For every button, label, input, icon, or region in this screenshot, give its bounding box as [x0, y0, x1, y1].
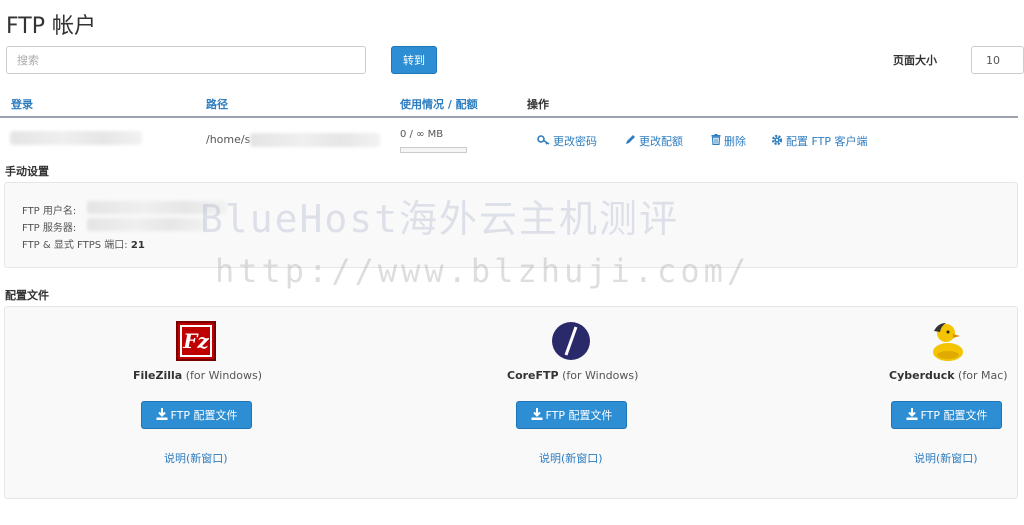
filezilla-logo-text: Fz [180, 325, 212, 357]
table-header-divider [0, 116, 1018, 118]
download-icon [531, 407, 543, 423]
row-usage: 0 / ∞ MB [400, 129, 444, 140]
key-icon [537, 134, 550, 148]
ftp-port-value: 21 [130, 240, 145, 251]
watermark-url: http://www.blzhuji.com/ [215, 252, 751, 290]
delete-label: 删除 [724, 135, 746, 148]
redacted-path [250, 133, 380, 147]
filezilla-download-button[interactable]: FTP 配置文件 [141, 401, 252, 429]
ftp-server-line: FTP 服务器: [22, 219, 76, 234]
redacted-login [10, 131, 142, 145]
search-input[interactable] [6, 46, 366, 74]
coreftp-download-button[interactable]: FTP 配置文件 [516, 401, 627, 429]
ftp-port-line: FTP & 显式 FTPS 端口: 21 [22, 236, 145, 251]
page-size-label: 页面大小 [893, 54, 937, 67]
column-header-actions: 操作 [527, 98, 549, 111]
cyberduck-help-link[interactable]: 说明(新窗口) [914, 450, 978, 466]
pencil-icon [625, 134, 636, 148]
delete-link[interactable]: 删除 [711, 133, 746, 149]
coreftp-name: CoreFTP (for Windows) [507, 369, 639, 382]
usage-bar [400, 147, 467, 153]
filezilla-logo: Fz [176, 321, 216, 361]
ftp-username-label: FTP 用户名: [22, 206, 77, 217]
go-button[interactable]: 转到 [391, 46, 437, 74]
filezilla-help-link[interactable]: 说明(新窗口) [164, 450, 228, 466]
filezilla-name: FileZilla (for Windows) [133, 369, 263, 382]
column-header-path[interactable]: 路径 [206, 96, 228, 112]
row-path: /home/s [206, 133, 251, 146]
change-quota-label: 更改配额 [639, 135, 683, 148]
manual-settings-title: 手动设置 [5, 165, 49, 178]
config-files-title: 配置文件 [5, 289, 49, 302]
trash-icon [711, 134, 721, 148]
cyberduck-name: Cyberduck (for Mac) [889, 369, 1008, 382]
cyberduck-download-button[interactable]: FTP 配置文件 [891, 401, 1002, 429]
redacted-server [87, 218, 207, 231]
configure-ftp-client-label: 配置 FTP 客户端 [786, 135, 868, 148]
download-icon [156, 407, 168, 423]
download-icon [906, 407, 918, 423]
column-header-login[interactable]: 登录 [11, 96, 33, 112]
coreftp-logo [552, 322, 590, 360]
configure-ftp-client-link[interactable]: 配置 FTP 客户端 [771, 133, 867, 149]
coreftp-help-link[interactable]: 说明(新窗口) [539, 450, 603, 466]
watermark-text: BlueHost海外云主机测评 [200, 197, 680, 241]
gear-icon [771, 134, 783, 149]
ftp-username-line: FTP 用户名: [22, 202, 76, 217]
column-header-usage[interactable]: 使用情况 / 配额 [400, 96, 478, 112]
coreftp-download-label: FTP 配置文件 [545, 409, 613, 422]
change-password-link[interactable]: 更改密码 [537, 133, 597, 149]
change-quota-link[interactable]: 更改配额 [625, 133, 683, 149]
cyberduck-download-label: FTP 配置文件 [920, 409, 988, 422]
cyberduck-logo [929, 320, 965, 362]
page-size-select[interactable]: 10 [971, 46, 1024, 74]
filezilla-download-label: FTP 配置文件 [170, 409, 238, 422]
page-title: FTP 帐户 [6, 14, 96, 39]
ftp-server-label: FTP 服务器: [22, 223, 77, 234]
ftp-port-label: FTP & 显式 FTPS 端口: [22, 240, 128, 251]
change-password-label: 更改密码 [553, 135, 597, 148]
